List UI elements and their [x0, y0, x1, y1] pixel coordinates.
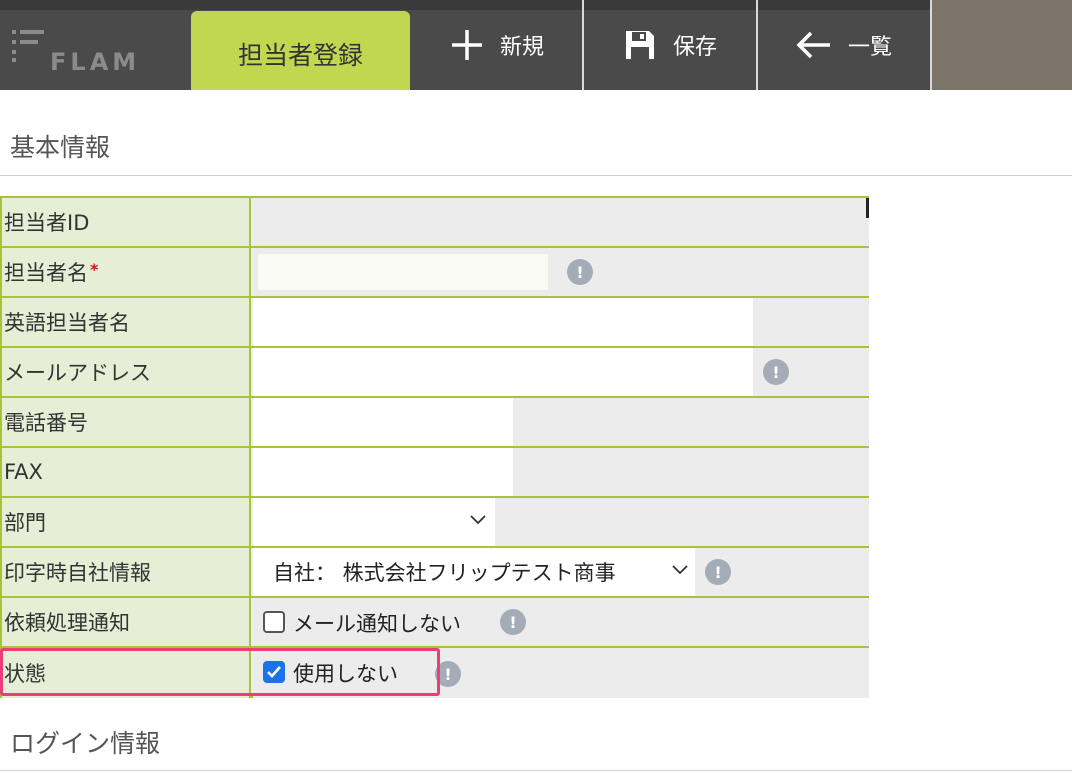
label-department: 部門 — [2, 498, 251, 546]
save-button[interactable]: 保存 — [584, 0, 756, 90]
label-request-notification-text: 依頼処理通知 — [4, 611, 130, 635]
form-row-print-company-info: 印字時自社情報 自社： 株式会社フリップテスト商事 ! — [2, 548, 869, 598]
new-button[interactable]: 新規 — [412, 0, 582, 90]
form-row-phone: 電話番号 — [2, 398, 869, 448]
department-select[interactable] — [253, 498, 495, 546]
logo-mark-icon — [12, 30, 44, 62]
label-staff-id-text: 担当者ID — [4, 211, 90, 235]
section-divider — [0, 770, 1072, 771]
section-title-login-info: ログイン情報 — [10, 729, 161, 758]
flam-logo[interactable]: FLAM — [10, 28, 170, 76]
form-row-email: メールアドレス ! — [2, 348, 869, 398]
info-icon[interactable]: ! — [763, 359, 789, 385]
section-divider — [0, 175, 1072, 176]
form-row-status: 状態 使用しない ! — [2, 648, 869, 698]
staff-name-cell: ! — [253, 248, 869, 296]
form-row-fax: FAX — [2, 448, 869, 498]
label-staff-id: 担当者ID — [2, 198, 251, 246]
english-name-input[interactable] — [253, 298, 753, 346]
label-phone: 電話番号 — [2, 398, 251, 446]
chevron-down-icon — [671, 560, 689, 581]
no-email-notification-checkbox[interactable] — [263, 611, 285, 633]
label-email: メールアドレス — [2, 348, 251, 396]
label-fax: FAX — [2, 448, 251, 496]
form-row-staff-id: 担当者ID — [2, 198, 869, 248]
inactive-checkbox[interactable] — [263, 661, 285, 683]
label-english-name: 英語担当者名 — [2, 298, 251, 346]
status-cell: 使用しない ! — [253, 648, 869, 698]
phone-cell — [253, 398, 869, 446]
new-button-label: 新規 — [499, 35, 544, 60]
label-status-text: 状態 — [4, 662, 46, 686]
info-icon[interactable]: ! — [705, 559, 731, 585]
info-icon[interactable]: ! — [567, 259, 593, 285]
label-email-text: メールアドレス — [4, 361, 151, 385]
label-department-text: 部門 — [4, 511, 46, 535]
no-email-notification-label[interactable]: メール通知しない — [293, 608, 461, 638]
inactive-checkbox-label[interactable]: 使用しない — [293, 658, 398, 688]
header-right-block — [932, 0, 1072, 90]
scroll-edge-mark — [866, 198, 869, 218]
staff-id-value — [253, 198, 869, 246]
label-request-notification: 依頼処理通知 — [2, 598, 251, 646]
label-phone-text: 電話番号 — [4, 411, 88, 435]
label-print-company-info-text: 印字時自社情報 — [4, 561, 151, 585]
info-icon[interactable]: ! — [500, 609, 526, 635]
print-company-info-cell: 自社： 株式会社フリップテスト商事 ! — [253, 548, 869, 596]
request-notification-cell: メール通知しない ! — [253, 598, 869, 646]
info-icon[interactable]: ! — [435, 661, 461, 687]
print-company-select[interactable]: 自社： 株式会社フリップテスト商事 — [253, 548, 695, 596]
label-print-company-info: 印字時自社情報 — [2, 548, 251, 596]
email-cell: ! — [253, 348, 869, 396]
checkmark-icon — [267, 666, 281, 678]
required-mark: * — [90, 260, 99, 279]
arrow-left-icon — [796, 30, 832, 60]
label-staff-name: 担当者名 * — [2, 248, 251, 296]
save-button-label: 保存 — [672, 35, 717, 60]
form-row-request-notification: 依頼処理通知 メール通知しない ! — [2, 598, 869, 648]
fax-cell — [253, 448, 869, 496]
label-english-name-text: 英語担当者名 — [4, 311, 130, 335]
plus-icon — [450, 28, 484, 62]
save-icon — [623, 28, 657, 62]
english-name-cell — [253, 298, 869, 346]
email-input[interactable] — [253, 348, 753, 396]
staff-form-table: 担当者ID 担当者名 * ! 英語担当者名 メールアドレス ! 電話番号 FAX… — [0, 196, 869, 698]
form-row-english-name: 英語担当者名 — [2, 298, 869, 348]
department-cell — [253, 498, 869, 546]
chevron-down-icon — [469, 510, 487, 531]
form-row-staff-name: 担当者名 * ! — [2, 248, 869, 298]
top-navigation-bar: FLAM 担当者登録 新規 保存 一覧 — [0, 0, 1072, 90]
print-company-select-value: 自社： 株式会社フリップテスト商事 — [273, 561, 616, 585]
label-status: 状態 — [2, 648, 251, 698]
staff-name-input[interactable] — [258, 254, 548, 290]
tab-staff-registration-label: 担当者登録 — [237, 40, 363, 70]
section-title-basic-info: 基本情報 — [10, 133, 111, 162]
list-button-label: 一覧 — [847, 35, 892, 60]
label-staff-name-text: 担当者名 — [4, 261, 88, 285]
fax-input[interactable] — [253, 448, 513, 496]
form-row-department: 部門 — [2, 498, 869, 548]
tab-staff-registration[interactable]: 担当者登録 — [191, 11, 410, 90]
logo-text: FLAM — [50, 48, 141, 76]
label-fax-text: FAX — [4, 460, 43, 484]
list-button[interactable]: 一覧 — [758, 0, 930, 90]
phone-input[interactable] — [253, 398, 513, 446]
